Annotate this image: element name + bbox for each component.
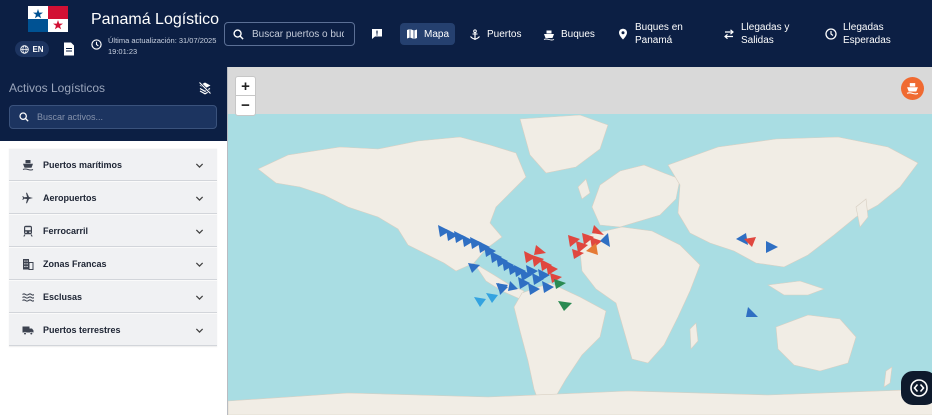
airplane-icon [22, 192, 33, 203]
category-label: Zonas Francas [43, 258, 107, 269]
asset-category-list: Puertos marítimos Aeropuertos Ferrocarri… [9, 148, 217, 346]
nav-ports-label: Puertos [487, 29, 522, 40]
map-view[interactable]: + − [227, 67, 932, 415]
vessel-layer-button[interactable] [901, 77, 924, 100]
category-airports[interactable]: Aeropuertos [9, 181, 217, 214]
ship-icon [543, 30, 555, 40]
nav-arrivals-departures-label: Llegadas y Salidas [741, 21, 789, 47]
nav-map[interactable]: Mapa [400, 23, 456, 45]
ship-icon [22, 159, 34, 170]
anchor-icon [470, 28, 480, 40]
category-free-zones[interactable]: Zonas Francas [9, 247, 217, 280]
last-update-time: 19:01:23 [108, 47, 138, 56]
chevron-down-icon [195, 328, 204, 334]
chevron-down-icon [195, 295, 204, 301]
layers-off-icon[interactable] [198, 81, 212, 95]
category-railway[interactable]: Ferrocarril [9, 214, 217, 247]
nav-ships[interactable]: Buques [543, 28, 595, 41]
sidebar: Activos Logísticos Puertos marítimos [0, 67, 227, 415]
top-header: EN Panamá Logístico Última actualización… [0, 0, 932, 67]
category-label: Puertos marítimos [43, 159, 123, 170]
truck-icon [22, 326, 34, 335]
nav-expected-arrivals-label: Llegadas Esperadas [843, 21, 891, 47]
nav-arrivals-line2: Salidas [741, 35, 774, 46]
nav-expected-arrivals[interactable]: Llegadas Esperadas [825, 21, 891, 47]
clock-icon [825, 28, 837, 40]
chevron-down-icon [195, 196, 204, 202]
train-icon [23, 225, 33, 237]
global-search-input[interactable] [252, 28, 344, 40]
asset-search[interactable] [9, 105, 217, 129]
zoom-control: + − [235, 76, 256, 116]
nav-map-label: Mapa [424, 28, 450, 40]
panama-flag-logo [28, 6, 68, 32]
chevron-down-icon [195, 262, 204, 268]
category-label: Puertos terrestres [43, 324, 121, 335]
globe-icon [20, 44, 30, 54]
category-seaports[interactable]: Puertos marítimos [9, 148, 217, 181]
clock-icon [91, 39, 102, 50]
nav-arrivals-departures[interactable]: Llegadas y Salidas [723, 21, 789, 47]
category-locks[interactable]: Esclusas [9, 280, 217, 313]
language-label: EN [32, 44, 44, 54]
app-title: Panamá Logístico [91, 11, 220, 28]
building-icon [23, 258, 34, 270]
zoom-in-button[interactable]: + [236, 77, 255, 96]
search-icon [19, 112, 29, 122]
sidebar-title: Activos Logísticos [9, 81, 106, 95]
assistant-icon [910, 379, 928, 397]
swap-arrows-icon [724, 29, 734, 40]
document-icon[interactable] [63, 42, 75, 56]
category-land-ports[interactable]: Puertos terrestres [9, 313, 217, 346]
waves-icon [22, 292, 34, 302]
category-label: Aeropuertos [43, 192, 97, 203]
assistant-button[interactable] [901, 371, 932, 405]
last-update-text: Última actualización: 31/07/2025 19:01:2… [108, 35, 216, 57]
ship-icon [906, 83, 919, 95]
chevron-down-icon [195, 163, 204, 169]
nav-ships-in-panama-label: Buques en Panamá [635, 21, 683, 47]
global-search[interactable] [224, 22, 355, 46]
nav-ships-in-panama-line1: Buques en [635, 22, 683, 33]
last-update-date: Última actualización: 31/07/2025 [108, 36, 217, 45]
world-map[interactable] [228, 67, 932, 415]
language-toggle[interactable]: EN [15, 41, 49, 57]
category-label: Esclusas [43, 291, 83, 302]
category-label: Ferrocarril [43, 225, 89, 236]
zoom-out-button[interactable]: − [236, 96, 255, 115]
sidebar-header: Activos Logísticos [0, 67, 227, 141]
nav-ships-label: Buques [561, 29, 595, 40]
search-icon [233, 28, 244, 40]
map-icon [407, 29, 417, 39]
report-icon[interactable] [371, 28, 383, 40]
nav-expected-line1: Llegadas [843, 22, 884, 33]
nav-ships-in-panama-line2: Panamá [635, 35, 673, 46]
nav-ships-in-panama[interactable]: Buques en Panamá [617, 21, 683, 47]
nav-ports[interactable]: Puertos [469, 28, 521, 41]
chevron-down-icon [195, 229, 204, 235]
location-pin-icon [619, 28, 627, 40]
nav-expected-line2: Esperadas [843, 35, 891, 46]
nav-arrivals-line1: Llegadas y [741, 22, 790, 33]
asset-search-input[interactable] [37, 112, 207, 122]
